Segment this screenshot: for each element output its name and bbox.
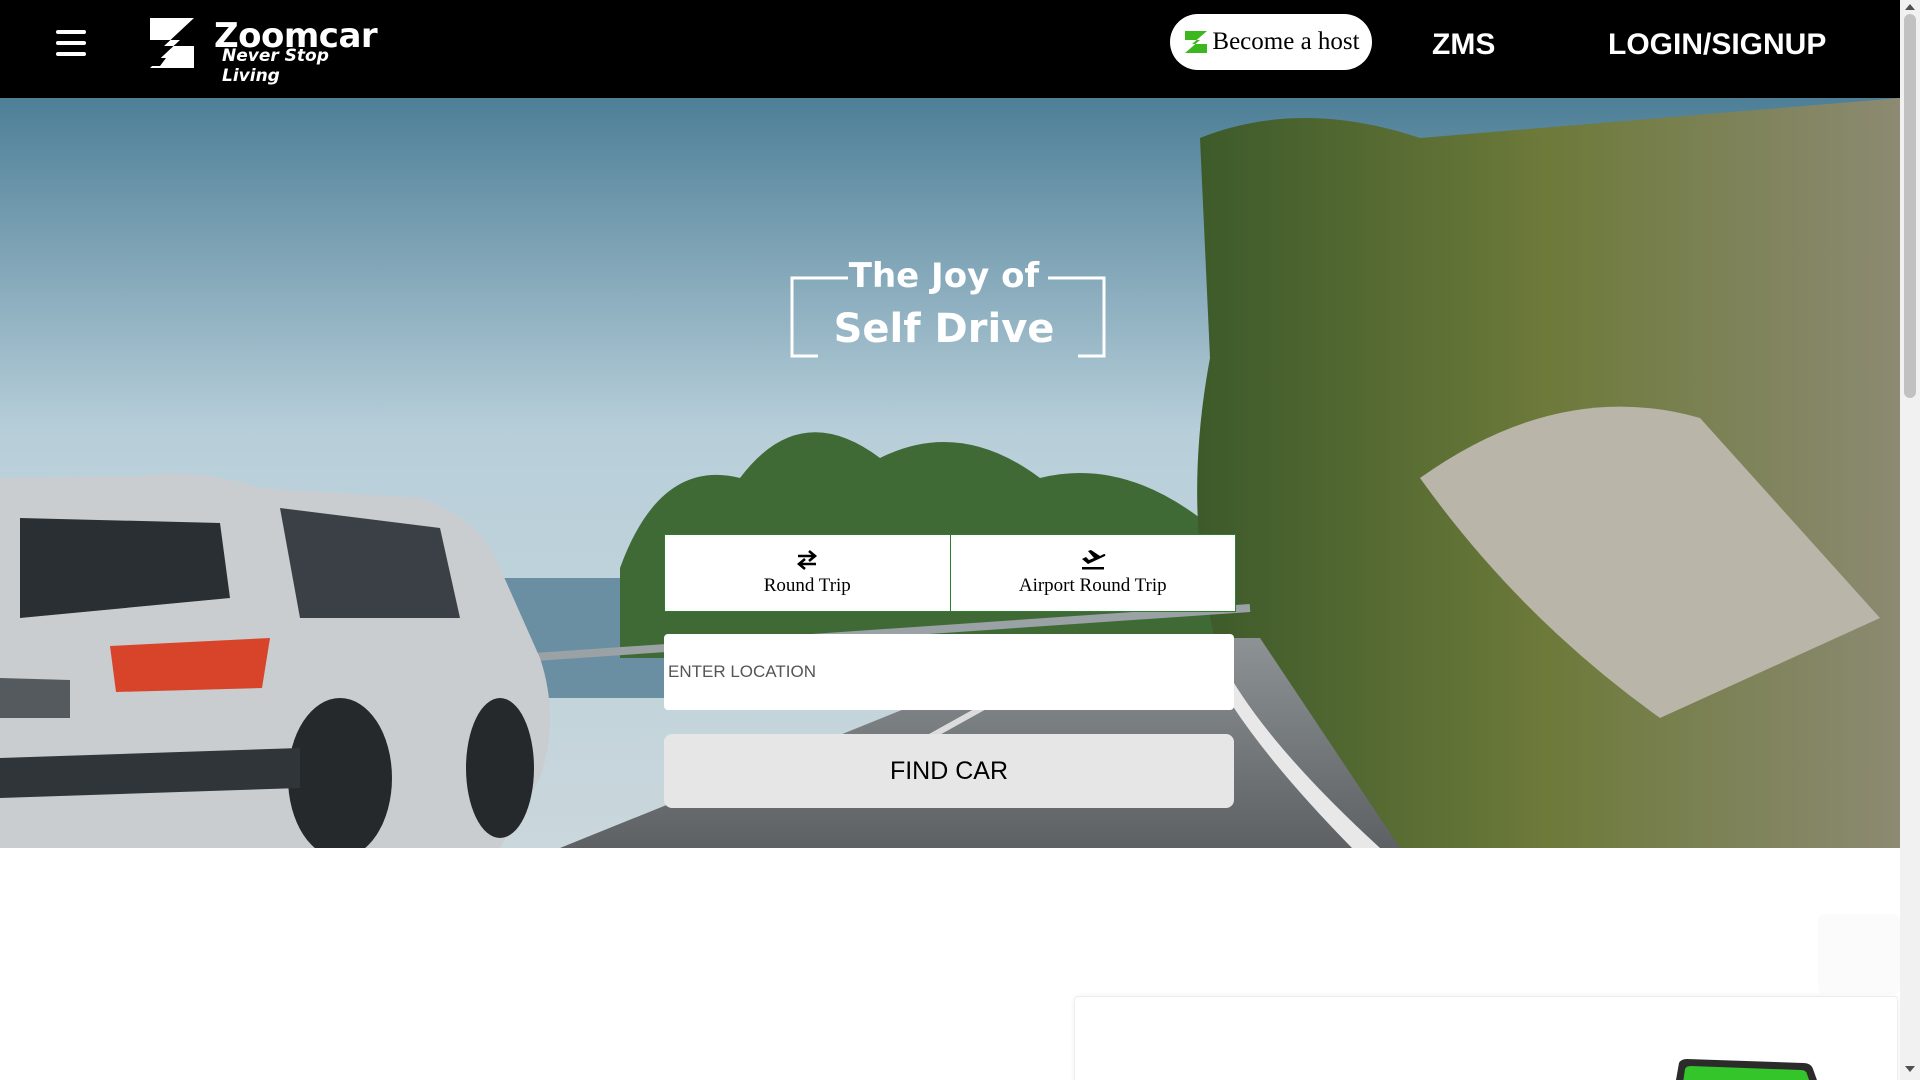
round-trip-label: Round Trip: [763, 575, 851, 596]
promo-card: [1074, 996, 1898, 1080]
become-a-host-button[interactable]: Become a host: [1170, 14, 1372, 70]
become-a-host-label: Become a host: [1212, 28, 1360, 55]
green-phone-illustration: [1676, 1059, 1817, 1080]
page-scrollbar[interactable]: [1900, 0, 1920, 1080]
airplane-icon: [1081, 550, 1106, 570]
scrollbar-thumb[interactable]: [1904, 14, 1916, 398]
zoomcar-green-z-icon: [1185, 31, 1208, 53]
scroll-down-arrow-icon[interactable]: [1905, 1066, 1915, 1072]
top-nav-bar: Zoomcar Never Stop Living Become a host …: [0, 0, 1900, 98]
airport-round-trip-label: Airport Round Trip: [1018, 575, 1167, 596]
tab-airport-round-trip[interactable]: Airport Round Trip: [949, 535, 1236, 611]
login-signup-link[interactable]: LOGIN/SIGNUP: [1608, 28, 1826, 62]
tagline-line-1: The Joy of: [848, 256, 1040, 296]
hero-banner: The Joy of Self Drive Round Trip Airport…: [0, 98, 1900, 848]
floating-widget[interactable]: [1818, 914, 1900, 994]
tab-round-trip[interactable]: Round Trip: [665, 535, 950, 611]
brand-tagline: Never Stop Living: [222, 46, 329, 86]
swap-arrows-icon: [797, 550, 818, 570]
zms-link[interactable]: ZMS: [1432, 28, 1495, 62]
find-car-button[interactable]: FIND CAR: [664, 734, 1234, 808]
zoomcar-z-icon: [150, 18, 194, 68]
scroll-up-arrow-icon[interactable]: [1905, 4, 1915, 10]
location-input[interactable]: [664, 634, 1234, 710]
menu-icon[interactable]: [56, 30, 86, 56]
zoomcar-logo[interactable]: Zoomcar Never Stop Living: [146, 16, 386, 86]
trip-type-tabs: Round Trip Airport Round Trip: [664, 534, 1236, 612]
tagline-line-2: Self Drive: [833, 306, 1055, 352]
